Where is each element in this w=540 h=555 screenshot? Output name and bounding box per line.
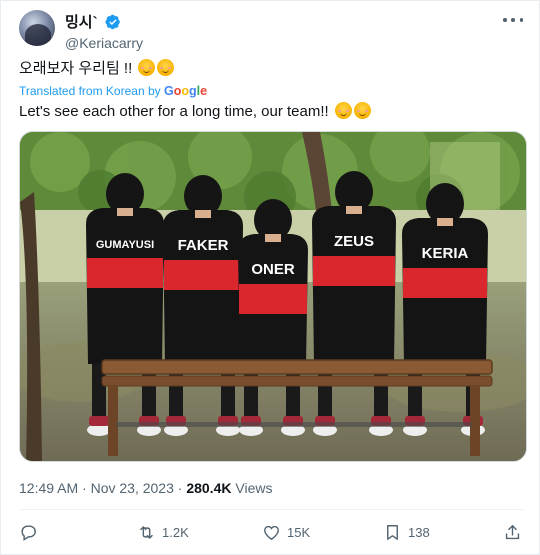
retweet-icon bbox=[140, 525, 153, 539]
original-text-content: 오래보자 우리팀 !! bbox=[19, 60, 133, 77]
tweet-header: 밍시` @Keriacarry bbox=[19, 10, 525, 51]
like-button[interactable]: 15K bbox=[262, 519, 310, 545]
smiling-emoji-icon bbox=[157, 59, 175, 76]
tweet-timestamp[interactable]: 12:49 AM · Nov 23, 2023 · 280.4K Views bbox=[19, 480, 272, 496]
retweet-button[interactable]: 1.2K bbox=[137, 519, 189, 545]
tweet-photo[interactable]: GUMAYUSI FAKER ONER ZEUS KERIA bbox=[19, 131, 527, 462]
tweet-translated-text: Let's see each other for a long time, ou… bbox=[19, 102, 371, 122]
jersey-name: FAKER bbox=[178, 237, 229, 254]
share-icon bbox=[505, 524, 520, 539]
smiling-emoji-icon bbox=[353, 102, 371, 119]
tweet-original-text: 오래보자 우리팀 !! bbox=[19, 59, 175, 79]
reply-icon bbox=[21, 524, 36, 541]
jersey-name: ZEUS bbox=[334, 233, 374, 250]
jersey-name: KERIA bbox=[422, 245, 469, 262]
views-label: Views bbox=[231, 480, 273, 496]
display-name[interactable]: 밍시` bbox=[65, 11, 98, 32]
share-button[interactable] bbox=[503, 519, 522, 545]
like-count: 15K bbox=[287, 524, 311, 540]
google-logo: Google bbox=[163, 84, 208, 98]
translated-text-content: Let's see each other for a long time, ou… bbox=[19, 103, 329, 120]
verified-badge-icon bbox=[105, 14, 120, 29]
team-photo-illustration: GUMAYUSI FAKER ONER ZEUS KERIA bbox=[20, 132, 526, 461]
bookmark-icon bbox=[387, 524, 398, 540]
avatar[interactable] bbox=[19, 10, 55, 46]
retweet-count: 1.2K bbox=[162, 524, 189, 540]
jersey-name: ONER bbox=[251, 261, 295, 278]
bookmark-button[interactable]: 138 bbox=[383, 519, 430, 545]
translated-prefix: Translated from Korean by bbox=[19, 84, 164, 98]
bookmark-count: 138 bbox=[408, 524, 430, 540]
tweet-actions: 1.2K 15K 138 bbox=[19, 519, 525, 545]
jersey-name: GUMAYUSI bbox=[96, 239, 154, 251]
smiling-emoji-icon bbox=[334, 102, 352, 119]
more-options-icon[interactable] bbox=[503, 12, 523, 28]
author-block: 밍시` @Keriacarry bbox=[65, 11, 143, 51]
heart-icon bbox=[264, 525, 279, 540]
reply-button[interactable] bbox=[19, 519, 44, 545]
smiling-emoji-icon bbox=[138, 59, 156, 76]
tweet-card: 밍시` @Keriacarry 오래보자 우리팀 !! Translated f… bbox=[0, 0, 540, 555]
translated-from-link[interactable]: Translated from Korean by Google bbox=[19, 84, 207, 98]
user-handle[interactable]: @Keriacarry bbox=[65, 35, 143, 51]
timestamp-text: 12:49 AM · Nov 23, 2023 · bbox=[19, 480, 187, 496]
views-count: 280.4K bbox=[186, 480, 232, 496]
divider bbox=[19, 509, 525, 510]
